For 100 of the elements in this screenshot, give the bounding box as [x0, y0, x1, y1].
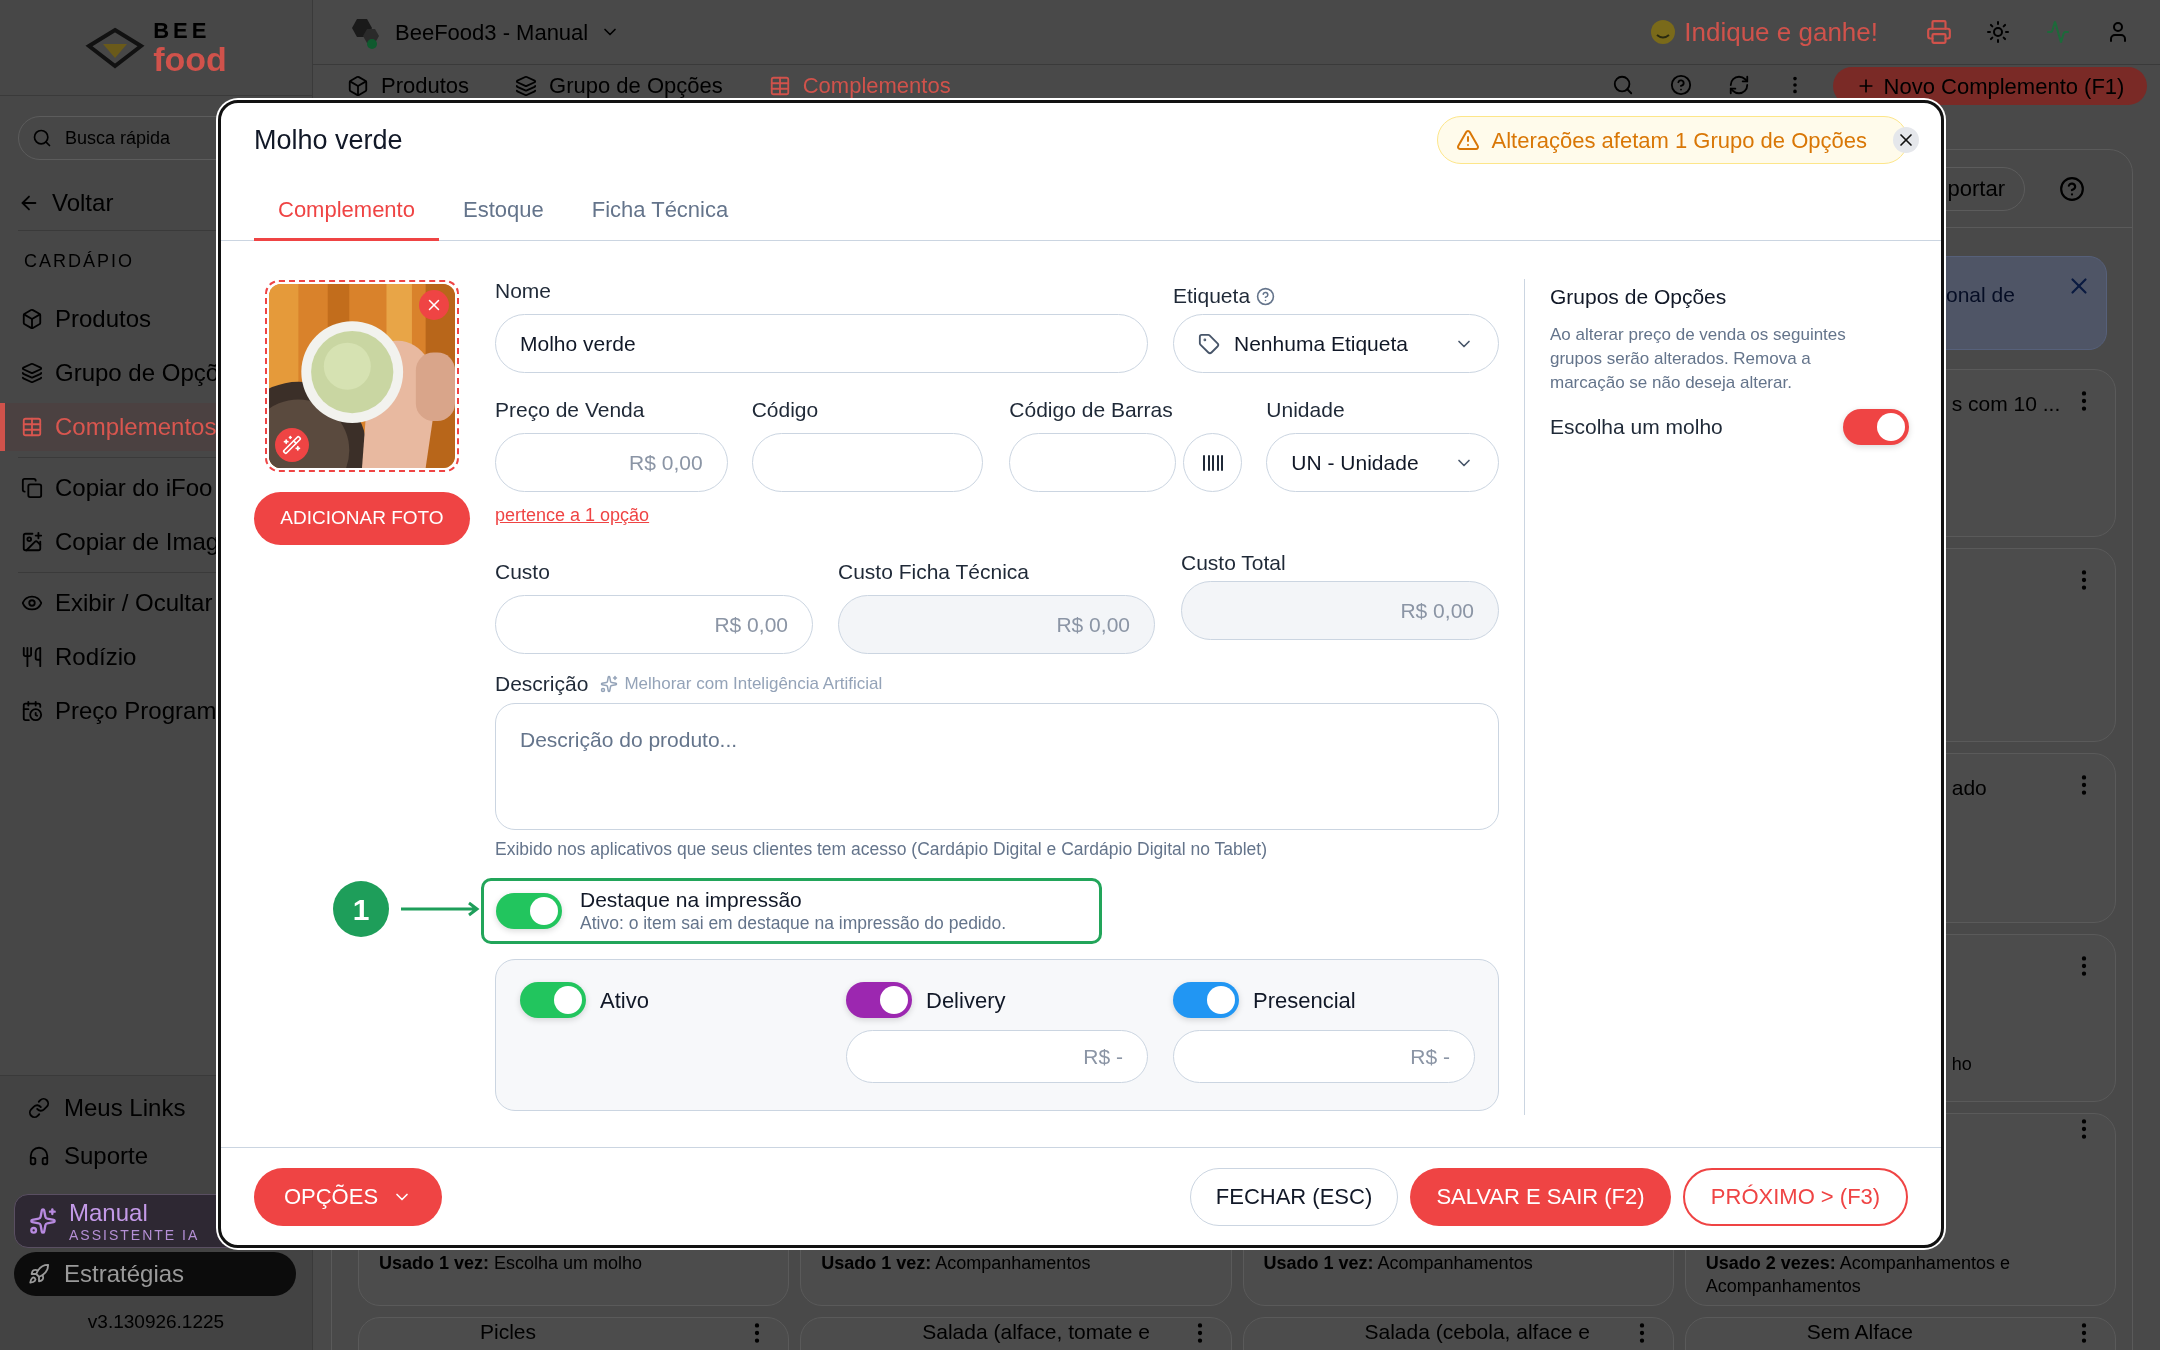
toggle-switch[interactable] [496, 893, 562, 930]
field-label: Descrição [495, 671, 589, 698]
field-label: Etiqueta [1173, 283, 1251, 310]
new-complement-button[interactable]: Novo Complemento (F1) [1833, 67, 2147, 105]
modal-tab[interactable]: Complemento [254, 180, 439, 241]
card-subtitle: Usado 2 vezes: Acompanhamentos e Acompanhamentos [1705, 1252, 2011, 1298]
options-button[interactable]: OPÇÕES [254, 1167, 442, 1226]
modal-tab[interactable]: Ficha Técnica [567, 180, 753, 241]
cost-field[interactable]: R$ 0,00 [495, 595, 813, 654]
bee-logo-icon [85, 25, 146, 70]
toggle-switch[interactable] [1173, 982, 1239, 1019]
refresh-icon[interactable] [1728, 74, 1750, 96]
toggle-switch[interactable] [520, 982, 586, 1019]
strategies-button[interactable]: Estratégias [14, 1252, 296, 1296]
referral-link[interactable]: Indique e ganhe! [1684, 12, 1878, 52]
menu-icon [21, 646, 43, 668]
menu-icon [21, 531, 43, 553]
sidebar-item[interactable]: Exibir / Ocultar [0, 579, 312, 627]
modal-tab[interactable]: Estoque [438, 180, 568, 241]
card-title: Salada (cebola, alface e [1364, 1320, 1591, 1344]
section-tab[interactable]: Produtos [347, 73, 470, 99]
menu-icon [21, 477, 43, 499]
close-button[interactable] [1893, 127, 1919, 153]
card-subtitle: Usado 1 vez: Escolha um molho [379, 1252, 643, 1275]
sidebar-item[interactable]: Rodízio [0, 633, 312, 681]
name-field[interactable]: Molho verde [495, 314, 1148, 373]
section-tab[interactable]: Complementos [768, 73, 951, 99]
toggle-hint: Ativo: o item sai em destaque na impressão do pedido. [580, 913, 1007, 936]
warning-text: Alterações afetam 1 Grupo de Opções [1491, 126, 1867, 155]
card-subtitle: ho [1951, 1053, 1972, 1076]
sidebar-item[interactable]: Preço Program [0, 687, 312, 735]
menu-icon [21, 308, 43, 330]
search-icon [32, 128, 52, 148]
sidebar-item[interactable]: Produtos [0, 295, 312, 343]
card-title: Sem Alface [1806, 1320, 1914, 1344]
toggle-label: Ativo [600, 986, 649, 1015]
menu-icon [21, 362, 43, 384]
version-text: v3.130926.1225 [86, 1310, 226, 1334]
section-tab[interactable]: Grupo de Opções [515, 73, 723, 99]
toggle-title: Destaque na impressão [580, 887, 803, 914]
tab-icon [768, 75, 791, 97]
menu-icon [21, 700, 43, 722]
card-subtitle: Usado 1 vez: Acompanhamentos [1263, 1252, 1533, 1275]
help-icon[interactable] [1256, 286, 1276, 306]
card-title: ado [1951, 775, 1988, 800]
arrow-right-icon [399, 901, 481, 918]
panel-heading: Grupos de Opções [1550, 284, 1728, 310]
option-link[interactable]: pertence a 1 opção [495, 502, 650, 529]
ai-improve-link[interactable]: Melhorar com Inteligência Artificial [600, 671, 883, 697]
printer-icon[interactable] [1926, 19, 1952, 45]
search-icon[interactable] [1612, 74, 1634, 96]
banner-text: onal de [1946, 282, 2016, 308]
activity-icon[interactable] [2046, 20, 2070, 44]
field-label: Custo [495, 559, 551, 585]
warning-icon [1455, 128, 1480, 152]
price-field[interactable]: R$ - [846, 1030, 1148, 1084]
toggle-label: Delivery [926, 986, 1006, 1015]
toggle-switch[interactable] [846, 982, 912, 1019]
field-label: Preço de Venda [495, 397, 646, 423]
section-heading: CARDÁPIO [24, 251, 136, 271]
field-label: Unidade [1266, 397, 1346, 423]
help-text: Exibido nos aplicativos que seus clientes tem acesso (Cardápio Digital e Cardápio Digital no Tablet) [495, 838, 1269, 861]
field-label: Código de Barras [1009, 397, 1174, 423]
card-title: Salada (alface, tomate e [922, 1320, 1151, 1344]
smiley-icon [1650, 19, 1677, 45]
sun-icon[interactable] [1986, 20, 2010, 44]
assistant-title: Manual [69, 1200, 149, 1225]
field-label: Código [751, 397, 820, 423]
save-button[interactable]: SALVAR E SAIR (F2) [1410, 1167, 1671, 1226]
card-title: Picles [480, 1320, 538, 1344]
assistant-subtitle: ASSISTENTE IA [69, 1227, 200, 1242]
help-icon[interactable] [1670, 74, 1692, 96]
magic-wand-icon [282, 435, 302, 455]
link-icon [28, 1097, 50, 1119]
tag-icon [1198, 332, 1220, 355]
tab-icon [347, 75, 369, 97]
barcode-field[interactable] [1009, 433, 1177, 492]
toggle-label: Presencial [1253, 986, 1356, 1015]
headphones-icon [28, 1145, 50, 1167]
field-label: Custo Ficha Técnica [838, 559, 1031, 585]
close-button[interactable]: FECHAR (ESC) [1190, 1167, 1398, 1226]
toggle-switch[interactable] [1843, 408, 1909, 445]
logo-text: BEE [153, 19, 212, 42]
price-field[interactable]: R$ - [1173, 1030, 1475, 1084]
add-photo-button[interactable]: ADICIONAR FOTO [254, 492, 470, 545]
menu-icon [21, 416, 43, 438]
workspace-name[interactable]: BeeFood3 - Manual [395, 15, 589, 49]
code-field[interactable] [751, 433, 984, 492]
next-button[interactable]: PRÓXIMO > (F3) [1683, 1167, 1908, 1226]
description-field[interactable]: Descrição do produto... [495, 703, 1499, 830]
step-badge: 1 [333, 881, 389, 938]
footer-link[interactable]: Meus Links [14, 1088, 298, 1128]
price-field[interactable]: R$ 0,00 [495, 433, 728, 492]
rocket-icon [28, 1263, 50, 1285]
unit-select[interactable]: UN - Unidade [1266, 433, 1499, 492]
field-label: Nome [495, 278, 553, 304]
logo-text: food [153, 41, 227, 76]
tab-icon [515, 75, 538, 97]
help-icon[interactable] [2059, 175, 2085, 202]
card-title: s com 10 ... [1951, 391, 2062, 416]
